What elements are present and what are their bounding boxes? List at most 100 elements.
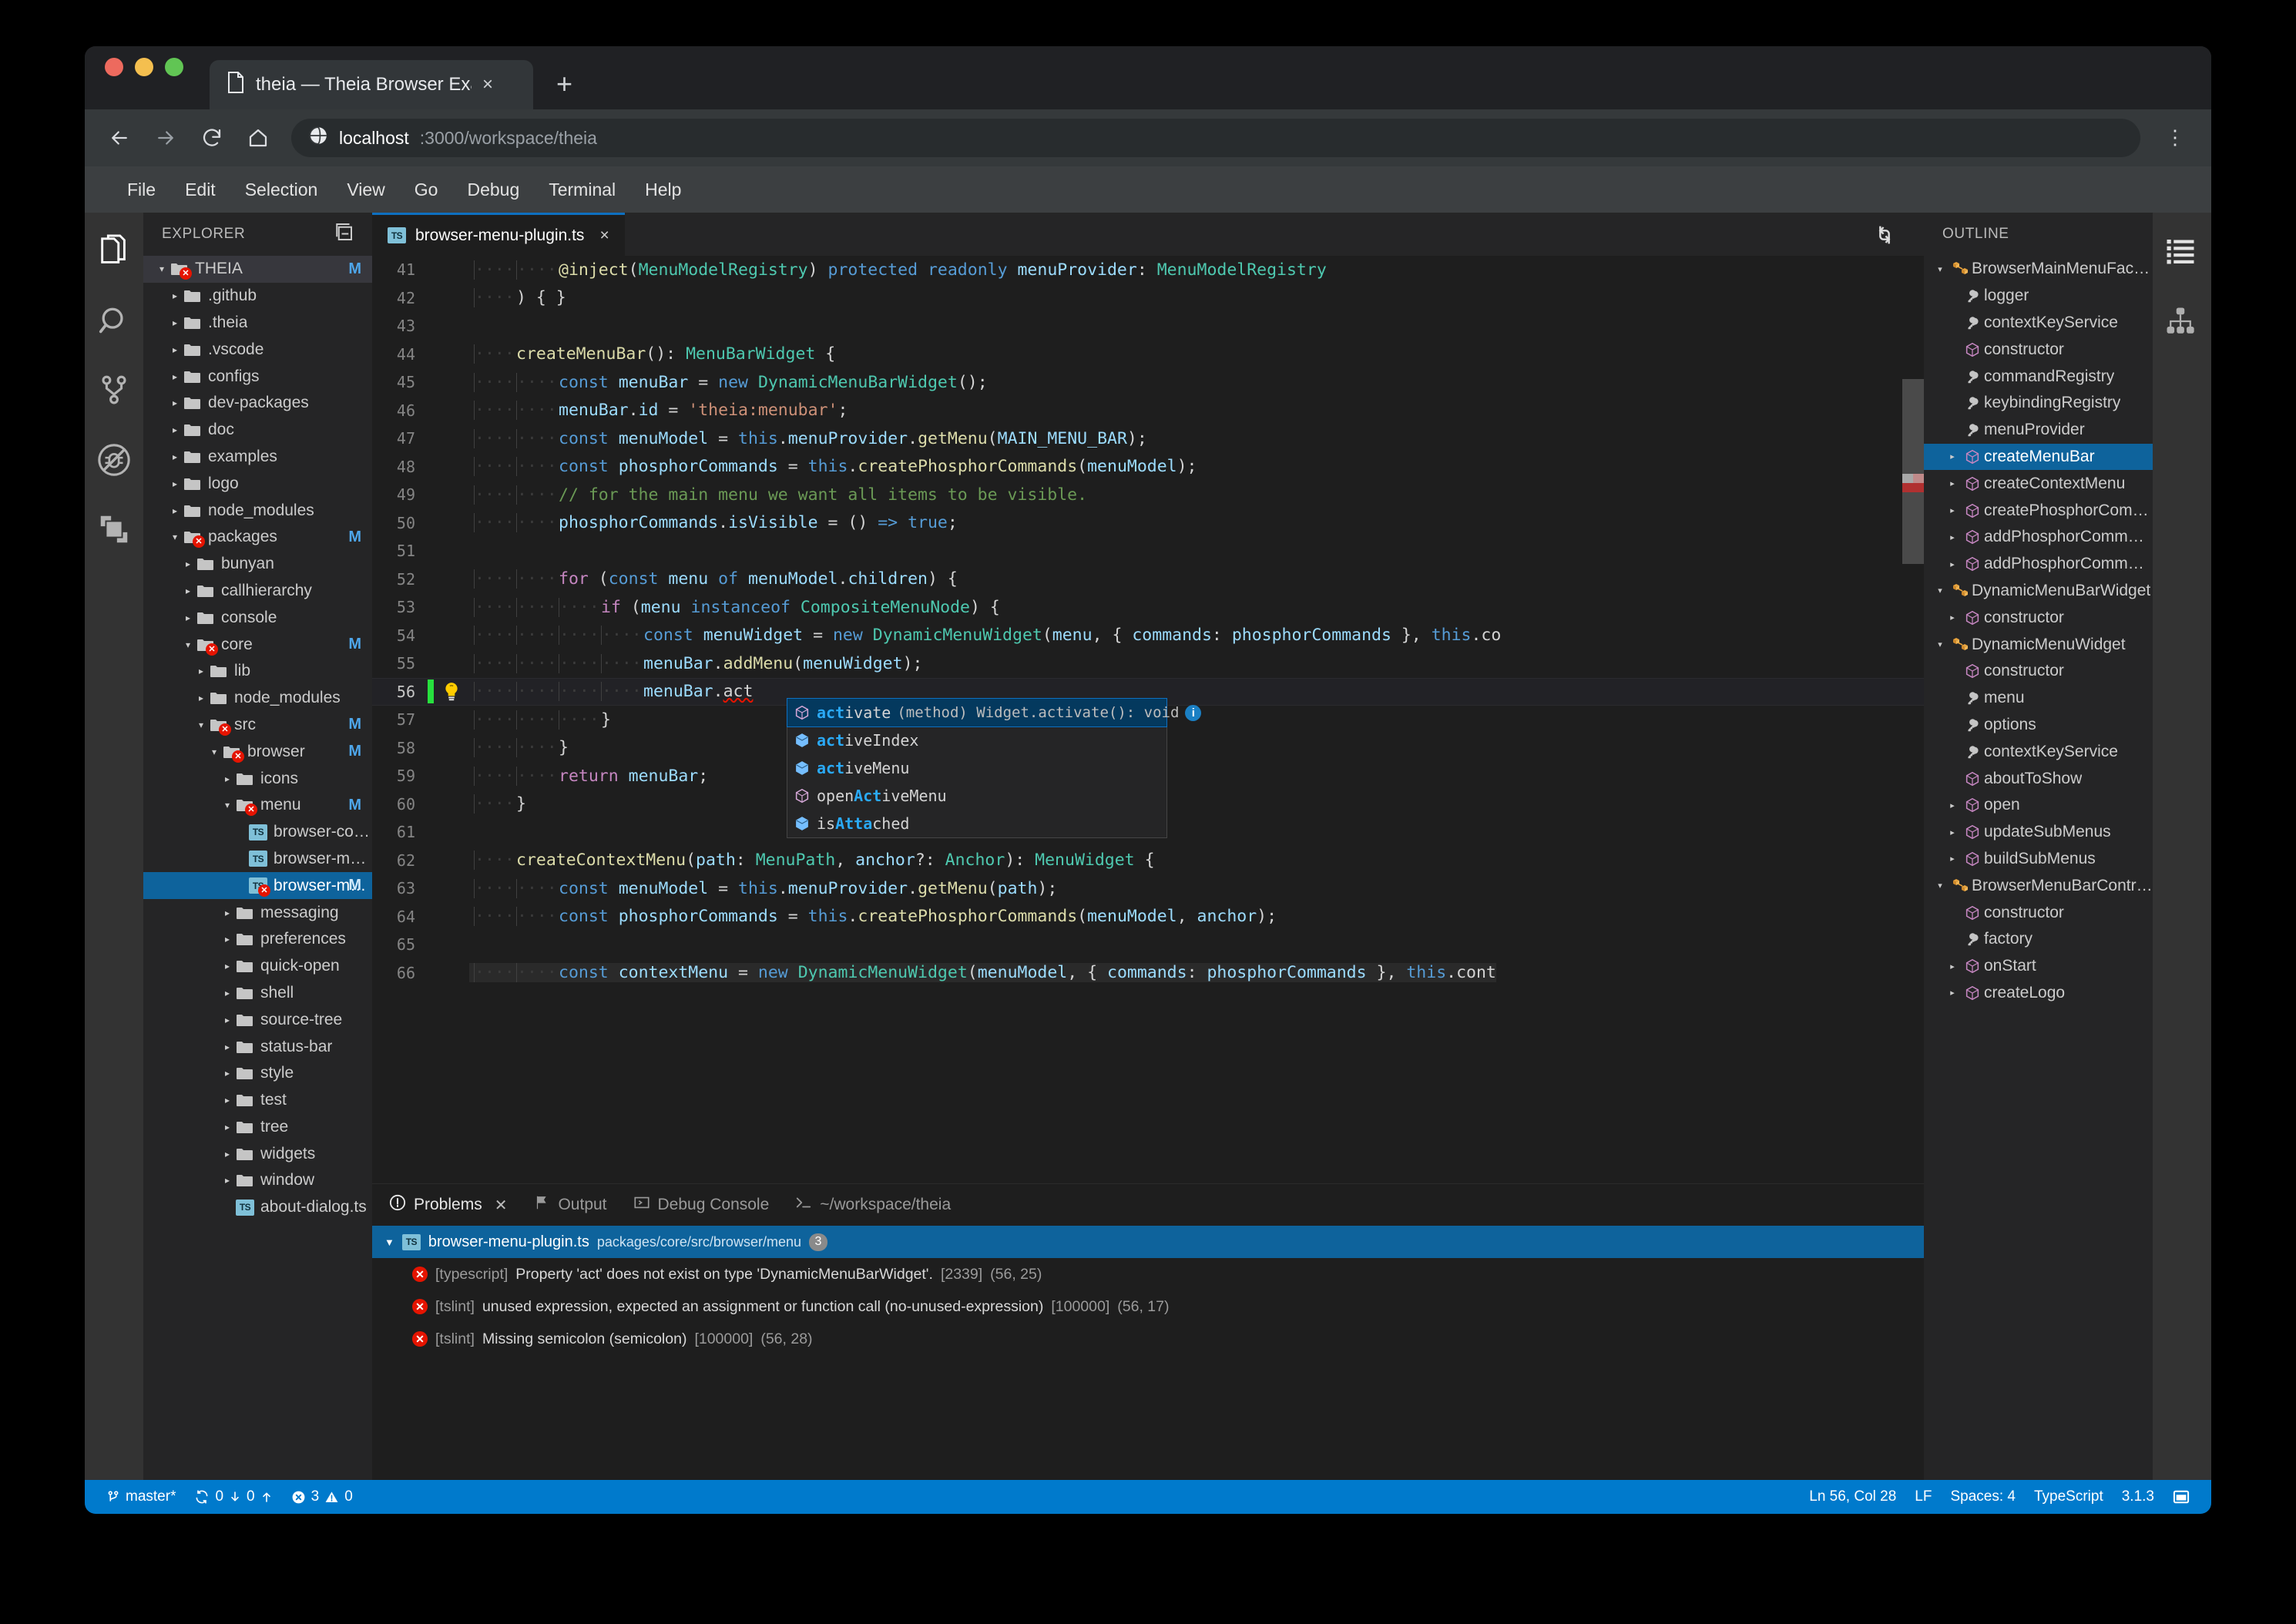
search-icon[interactable]: [96, 304, 132, 339]
tree-twisty-icon[interactable]: ▸: [180, 559, 196, 569]
source-control-icon[interactable]: [96, 373, 132, 408]
file-tree-folder[interactable]: ▸ callhierarchy: [143, 578, 372, 605]
file-tree-folder[interactable]: ▾ ✕ core M: [143, 631, 372, 658]
file-tree-folder[interactable]: ▸ node_modules: [143, 685, 372, 712]
tree-twisty-icon[interactable]: ▸: [167, 317, 183, 328]
autocomplete-item[interactable]: openActiveMenu: [787, 782, 1166, 810]
autocomplete-item[interactable]: isAttached: [787, 810, 1166, 837]
code-line[interactable]: 44 ···· createMenuBar(): MenuBarWidget {: [372, 341, 1924, 369]
problem-item[interactable]: ✕ [tslint] Missing semicolon (semicolon) [1…: [372, 1323, 1924, 1355]
extensions-icon[interactable]: [96, 512, 132, 547]
scrollbar-thumb[interactable]: [1902, 379, 1924, 564]
file-tree-folder[interactable]: ▸ messaging: [143, 899, 372, 926]
tree-twisty-icon[interactable]: ▸: [220, 1068, 235, 1079]
autocomplete-item[interactable]: activate (method) Widget.activate(): void…: [787, 698, 1202, 727]
outline-twisty-icon[interactable]: ▸: [1944, 505, 1961, 515]
code-line[interactable]: 49 ···· ····// for the main menu we want a…: [372, 481, 1924, 509]
outline-item[interactable]: ▾ BrowserMainMenuFactory: [1924, 256, 2153, 283]
code-line[interactable]: 45 ···· ···· const menuBar = new DynamicMen…: [372, 368, 1924, 397]
code-line[interactable]: 43: [372, 312, 1924, 341]
tree-twisty-icon[interactable]: ▸: [167, 371, 183, 382]
tree-twisty-icon[interactable]: ▸: [220, 1122, 235, 1132]
menu-view[interactable]: View: [332, 180, 399, 200]
explorer-icon[interactable]: [96, 234, 132, 270]
file-tree-folder[interactable]: ▸ .theia: [143, 310, 372, 337]
tree-twisty-icon[interactable]: ▸: [167, 505, 183, 516]
outline-twisty-icon[interactable]: ▸: [1944, 961, 1961, 971]
file-tree-file[interactable]: TS browser-context-menu-r…: [143, 819, 372, 846]
outline-item[interactable]: contextKeyService: [1924, 738, 2153, 765]
file-tree-folder[interactable]: ▸ source-tree: [143, 1006, 372, 1033]
problem-item[interactable]: ✕ [tslint] unused expression, expected an …: [372, 1290, 1924, 1323]
tree-twisty-icon[interactable]: ▾: [193, 720, 209, 730]
file-tree-folder[interactable]: ▸ lib: [143, 658, 372, 685]
file-tree[interactable]: ▾ ✕ THEIA M ▸ .github ▸ .theia ▸ .vscode ▸ configs ▸…: [143, 256, 372, 1480]
status-indentation[interactable]: Spaces: 4: [1941, 1488, 2025, 1505]
close-editor-tab-button[interactable]: ×: [599, 226, 609, 245]
tree-twisty-icon[interactable]: ▸: [167, 478, 183, 489]
file-tree-file[interactable]: TS browser-menu-module.ts: [143, 846, 372, 873]
file-tree-folder[interactable]: ▸ bunyan: [143, 551, 372, 578]
tree-twisty-icon[interactable]: ▸: [220, 1175, 235, 1186]
file-tree-folder[interactable]: ▸ widgets: [143, 1140, 372, 1167]
tree-twisty-icon[interactable]: ▸: [167, 344, 183, 355]
status-language[interactable]: TypeScript: [2025, 1488, 2113, 1505]
menu-file[interactable]: File: [112, 180, 170, 200]
tree-twisty-icon[interactable]: ▸: [220, 961, 235, 971]
file-tree-file[interactable]: TS about-dialog.ts: [143, 1194, 372, 1221]
file-tree-folder[interactable]: ▸ quick-open: [143, 953, 372, 980]
file-tree-folder[interactable]: ▸ preferences: [143, 926, 372, 953]
outline-twisty-icon[interactable]: ▸: [1944, 559, 1961, 569]
tree-twisty-icon[interactable]: ▸: [220, 1095, 235, 1106]
address-bar[interactable]: localhost:3000/workspace/theia: [291, 119, 2140, 157]
file-tree-folder[interactable]: ▾ ✕ browser M: [143, 738, 372, 765]
code-line[interactable]: 53 ···· ···· ···· if (menu instanceof Compos…: [372, 593, 1924, 622]
outline-twisty-icon[interactable]: ▸: [1944, 612, 1961, 622]
file-tree-folder[interactable]: ▸ .github: [143, 283, 372, 310]
tree-twisty-icon[interactable]: ▾: [220, 800, 235, 810]
menu-terminal[interactable]: Terminal: [534, 180, 630, 200]
lightbulb-icon[interactable]: [434, 681, 469, 703]
code-line[interactable]: 55 ···· ···· ···· ···· menuBar.addMenu(menuWi…: [372, 649, 1924, 678]
outline-item[interactable]: constructor: [1924, 336, 2153, 363]
browser-menu-button[interactable]: ⋮: [2160, 128, 2190, 147]
browser-tab[interactable]: theia — Theia Browser Example ×: [210, 60, 533, 109]
code-line[interactable]: 46 ···· ···· menuBar.id = 'theia:menubar';: [372, 397, 1924, 425]
outline-view-icon[interactable]: [2164, 234, 2200, 270]
tree-twisty-icon[interactable]: ▸: [180, 586, 196, 596]
file-tree-folder[interactable]: ▾ ✕ packages M: [143, 524, 372, 551]
tree-twisty-icon[interactable]: ▸: [220, 988, 235, 998]
outline-item[interactable]: contextKeyService: [1924, 310, 2153, 337]
code-line[interactable]: 51: [372, 537, 1924, 565]
code-line[interactable]: 47 ···· ···· const menuModel = this.menuPro…: [372, 424, 1924, 453]
file-tree-folder[interactable]: ▸ window: [143, 1167, 372, 1194]
tree-twisty-icon[interactable]: ▸: [220, 773, 235, 784]
tree-twisty-icon[interactable]: ▸: [167, 451, 183, 462]
code-line[interactable]: 65: [372, 931, 1924, 959]
menu-go[interactable]: Go: [400, 180, 453, 200]
tree-twisty-icon[interactable]: ▾: [180, 639, 196, 650]
tree-twisty-icon[interactable]: ▸: [220, 1015, 235, 1025]
file-tree-folder[interactable]: ▸ node_modules: [143, 497, 372, 524]
outline-item[interactable]: keybindingRegistry: [1924, 390, 2153, 417]
tree-twisty-icon[interactable]: ▸: [167, 398, 183, 408]
outline-item[interactable]: ▸ createLogo: [1924, 980, 2153, 1007]
file-tree-folder[interactable]: ▸ icons: [143, 765, 372, 792]
problems-list[interactable]: ▼ TS browser-menu-plugin.ts packages/cor…: [372, 1226, 1924, 1480]
menu-debug[interactable]: Debug: [452, 180, 534, 200]
file-tree-folder[interactable]: ▸ shell: [143, 980, 372, 1007]
autocomplete-popup[interactable]: activate (method) Widget.activate(): void…: [787, 698, 1202, 838]
back-button[interactable]: [106, 125, 133, 151]
file-tree-folder[interactable]: ▸ console: [143, 604, 372, 631]
outline-item[interactable]: ▸ buildSubMenus: [1924, 846, 2153, 873]
panel-tab-problems[interactable]: Problems ✕: [389, 1194, 507, 1216]
file-tree-folder[interactable]: ▸ doc: [143, 417, 372, 444]
file-tree-folder[interactable]: ▸ logo: [143, 470, 372, 497]
file-tree-folder[interactable]: ▾ ✕ THEIA M: [143, 256, 372, 283]
reload-button[interactable]: [199, 125, 225, 151]
file-tree-folder[interactable]: ▸ dev-packages: [143, 390, 372, 417]
editor-tab-browser-menu-plugin[interactable]: TS browser-menu-plugin.ts ×: [372, 213, 625, 256]
code-line[interactable]: 48 ···· ···· const phosphorCommands = this.…: [372, 453, 1924, 481]
problem-item[interactable]: ✕ [typescript] Property 'act' does not exi…: [372, 1258, 1924, 1290]
outline-twisty-icon[interactable]: ▸: [1944, 854, 1961, 864]
